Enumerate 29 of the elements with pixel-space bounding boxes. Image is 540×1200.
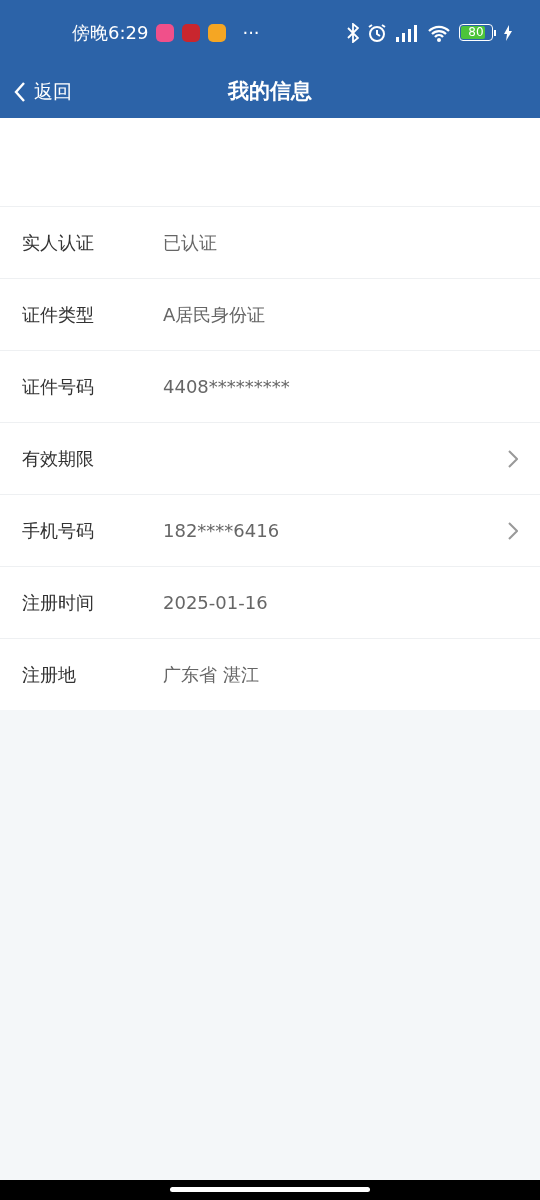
status-time: 傍晚6:29 xyxy=(72,21,149,45)
signal-icon xyxy=(395,22,419,43)
field-value: 已认证 xyxy=(163,231,217,255)
page-title: 我的信息 xyxy=(228,77,312,105)
field-label: 注册地 xyxy=(22,663,77,687)
alarm-icon xyxy=(367,22,387,43)
more-notifications: ··· xyxy=(242,21,260,45)
field-value: 2025-01-16 xyxy=(163,591,268,615)
app-icon xyxy=(182,23,201,42)
field-label: 手机号码 xyxy=(22,519,95,543)
home-indicator[interactable] xyxy=(170,1187,370,1192)
field-label: 证件号码 xyxy=(22,375,95,399)
back-button[interactable]: 返回 xyxy=(0,77,72,106)
back-icon xyxy=(14,80,26,103)
info-row[interactable]: 有效期限 xyxy=(0,422,540,494)
info-row[interactable]: 手机号码 182****6416 xyxy=(0,494,540,566)
field-label: 有效期限 xyxy=(22,447,95,471)
field-value: 4408********* xyxy=(163,375,290,399)
app-icon xyxy=(156,23,175,42)
app-icon xyxy=(208,23,227,42)
charging-icon xyxy=(504,24,512,41)
battery-icon: 80 xyxy=(459,24,496,41)
field-label: 证件类型 xyxy=(22,303,95,327)
bluetooth-icon xyxy=(347,22,359,43)
field-label: 注册时间 xyxy=(22,591,95,615)
field-value: 182****6416 xyxy=(163,519,280,543)
field-value: 广东省 湛江 xyxy=(163,663,259,687)
field-value: A居民身份证 xyxy=(163,303,266,327)
field-label: 实人认证 xyxy=(22,231,95,255)
